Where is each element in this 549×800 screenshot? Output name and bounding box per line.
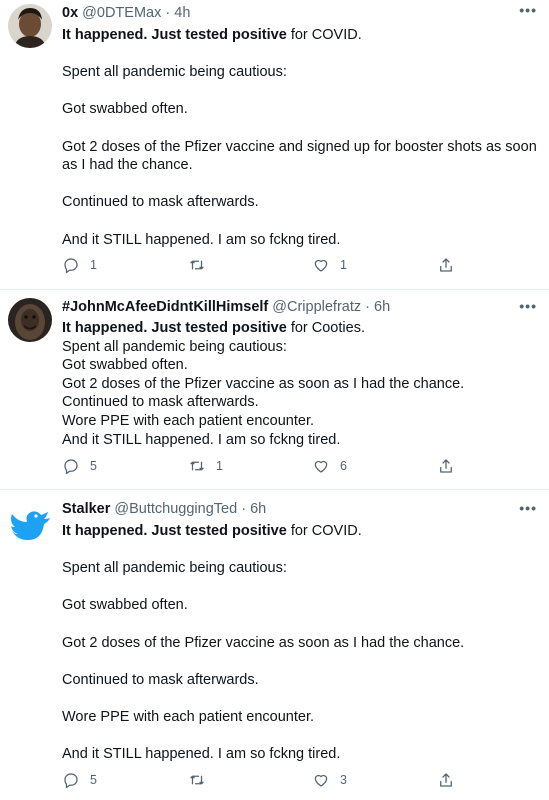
tweet-line: Spent all pandemic being cautious: [62, 560, 287, 577]
tweet-3[interactable]: Stalker @ButtchuggingTed · 6h It happene… [0, 490, 549, 800]
like-count: 1 [340, 258, 347, 272]
reply-icon [64, 258, 78, 274]
retweet-button[interactable] [188, 771, 216, 789]
tweet-header: Stalker @ButtchuggingTed · 6h [62, 501, 267, 517]
tweet-line: And it STILL happened. I am so fckng tir… [62, 231, 341, 248]
reply-button[interactable]: 1 [62, 256, 97, 274]
like-count: 3 [340, 773, 347, 787]
retweet-button[interactable] [188, 256, 216, 274]
tweet-line: And it STILL happened. I am so fckng tir… [62, 431, 341, 448]
avatar[interactable] [6, 500, 54, 548]
reply-count: 5 [90, 459, 97, 473]
display-name[interactable]: 0x [62, 5, 78, 21]
reply-count: 1 [90, 258, 97, 272]
tweet-lead: It happened. Just tested positive for CO… [62, 27, 362, 43]
reply-icon [64, 459, 78, 475]
timestamp[interactable]: 4h [174, 5, 190, 21]
share-button[interactable] [437, 771, 455, 789]
action-bar: 5 3 [0, 771, 549, 795]
tweet-2[interactable]: #JohnMcAfeeDidntKillHimself @Cripplefrat… [0, 290, 549, 490]
tweet-line: Wore PPE with each patient encounter. [62, 708, 315, 725]
heart-icon [314, 259, 328, 272]
share-icon [440, 773, 452, 787]
tweet-line: Got swabbed often. [62, 357, 188, 374]
user-handle[interactable]: @Cripplefratz [272, 299, 361, 315]
tweet-line: Got swabbed often. [62, 597, 188, 614]
avatar[interactable] [8, 4, 52, 48]
timestamp[interactable]: 6h [250, 501, 266, 517]
avatar[interactable] [8, 298, 52, 342]
tweet-line: Got 2 doses of the Pfizer vaccine and si… [62, 138, 537, 174]
tweet-line: Wore PPE with each patient encounter. [62, 412, 315, 429]
share-icon [440, 459, 452, 473]
tweet-line: Got 2 doses of the Pfizer vaccine as soo… [62, 634, 465, 651]
tweet-text: It happened. Just tested positive for Co… [62, 319, 539, 449]
heart-icon [314, 774, 328, 787]
retweet-icon [190, 461, 204, 471]
tweet-header: 0x @0DTEMax · 4h [62, 5, 191, 21]
reply-button[interactable]: 5 [62, 457, 97, 475]
like-button[interactable]: 3 [312, 771, 347, 789]
share-button[interactable] [437, 457, 455, 475]
more-options-icon[interactable]: ••• [519, 298, 537, 314]
timestamp[interactable]: 6h [374, 299, 390, 315]
tweet-line: And it STILL happened. I am so fckng tir… [62, 746, 341, 763]
like-button[interactable]: 6 [312, 457, 347, 475]
user-handle[interactable]: @0DTEMax [82, 5, 161, 21]
like-count: 6 [340, 459, 347, 473]
tweet-line: Continued to mask afterwards. [62, 194, 259, 211]
display-name[interactable]: Stalker [62, 501, 110, 517]
retweet-count: 1 [216, 459, 223, 473]
display-name[interactable]: #JohnMcAfeeDidntKillHimself [62, 299, 268, 315]
action-bar: 5 1 6 [0, 457, 549, 481]
reply-count: 5 [90, 773, 97, 787]
tweet-line: Spent all pandemic being cautious: [62, 338, 287, 355]
like-button[interactable]: 1 [312, 256, 347, 274]
tweet-text: It happened. Just tested positive for CO… [62, 26, 539, 249]
twitter-bird-icon [6, 500, 54, 548]
tweet-line: Continued to mask afterwards. [62, 671, 259, 688]
tweet-line: Continued to mask afterwards. [62, 394, 259, 411]
retweet-icon [190, 775, 204, 785]
tweet-header: #JohnMcAfeeDidntKillHimself @Cripplefrat… [62, 299, 391, 315]
tweet-1[interactable]: 0x @0DTEMax · 4h It happened. Just teste… [0, 0, 549, 290]
retweet-icon [190, 260, 204, 270]
more-options-icon[interactable]: ••• [519, 2, 537, 18]
more-options-icon[interactable]: ••• [519, 500, 537, 516]
retweet-button[interactable]: 1 [188, 457, 223, 475]
tweet-text: It happened. Just tested positive for CO… [62, 522, 539, 764]
heart-icon [314, 460, 328, 473]
action-bar: 1 1 [0, 256, 549, 280]
reply-button[interactable]: 5 [62, 771, 97, 789]
share-button[interactable] [437, 256, 455, 274]
tweet-line: Spent all pandemic being cautious: [62, 64, 287, 81]
share-icon [440, 258, 452, 272]
user-handle[interactable]: @ButtchuggingTed [114, 501, 237, 517]
tweet-lead: It happened. Just tested positive for CO… [62, 523, 362, 539]
tweet-lead: It happened. Just tested positive for Co… [62, 320, 365, 336]
tweet-line: Got swabbed often. [62, 101, 188, 118]
reply-icon [64, 773, 78, 789]
tweet-line: Got 2 doses of the Pfizer vaccine as soo… [62, 375, 465, 392]
